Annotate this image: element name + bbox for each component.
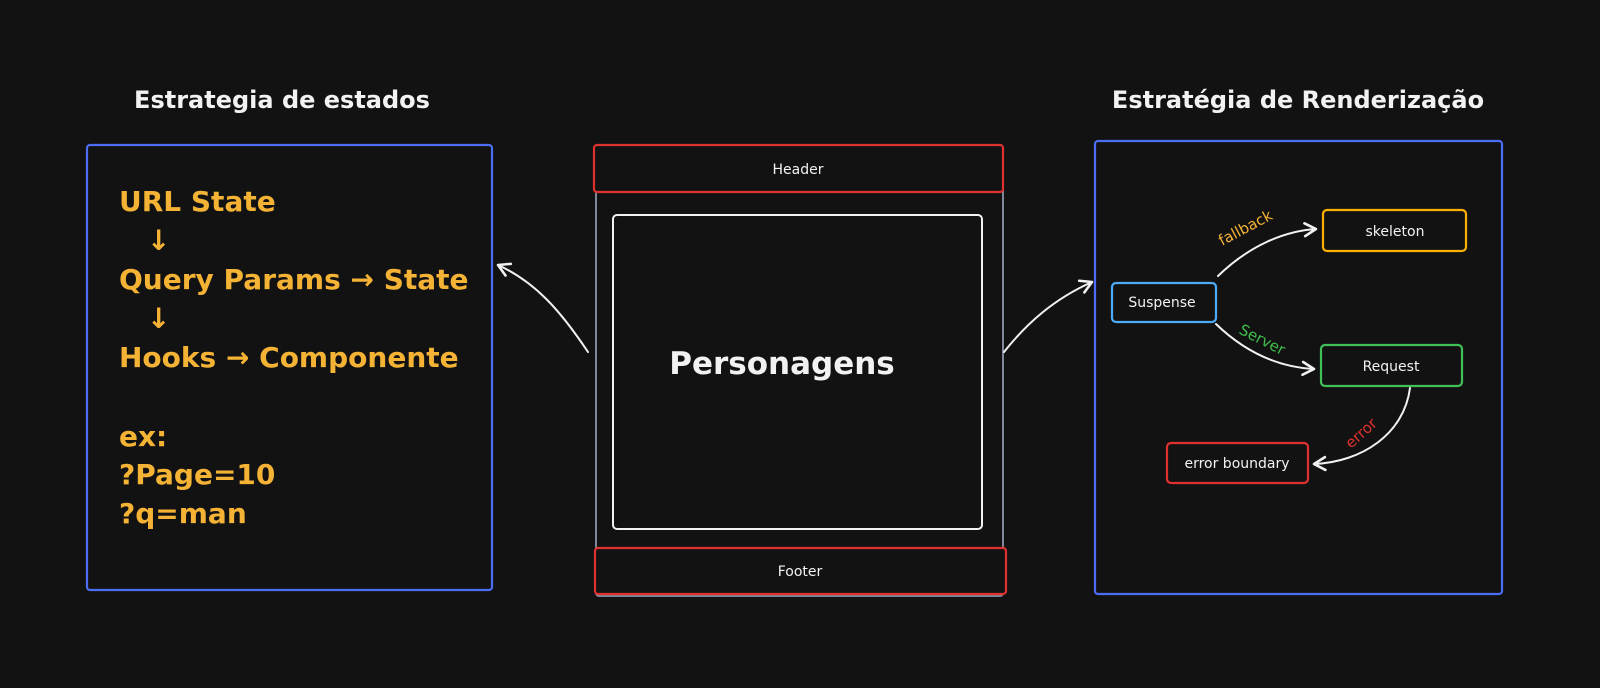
error-label: error [1342, 414, 1382, 452]
suspense-label: Suspense [1128, 295, 1195, 311]
footer-label: Footer [778, 564, 823, 580]
left-panel-title: Estrategia de estados [134, 86, 430, 114]
arrow-to-render-strategy [1003, 279, 1094, 353]
query-params-line: Query Params → State [119, 263, 469, 296]
diagram-svg: Estrategia de estados URL State ↓ Query … [85, 86, 1504, 597]
hooks-line: Hooks → Componente [119, 341, 459, 374]
personagens-title: Personagens [669, 346, 895, 382]
arrow-to-state-strategy [496, 262, 589, 353]
right-panel-title: Estratégia de Renderização [1112, 86, 1484, 114]
url-state-line: URL State [119, 185, 276, 218]
diagram-canvas: Estrategia de estados URL State ↓ Query … [0, 0, 1600, 688]
request-label: Request [1363, 359, 1420, 375]
error-boundary-label: error boundary [1184, 456, 1289, 472]
example-query: ?q=man [119, 497, 247, 530]
skeleton-label: skeleton [1366, 224, 1425, 240]
down-arrow-2: ↓ [147, 302, 170, 335]
example-label: ex: [119, 420, 167, 453]
server-label: Server [1236, 321, 1289, 360]
header-label: Header [773, 162, 824, 178]
down-arrow-1: ↓ [147, 224, 170, 257]
example-page: ?Page=10 [119, 458, 275, 491]
